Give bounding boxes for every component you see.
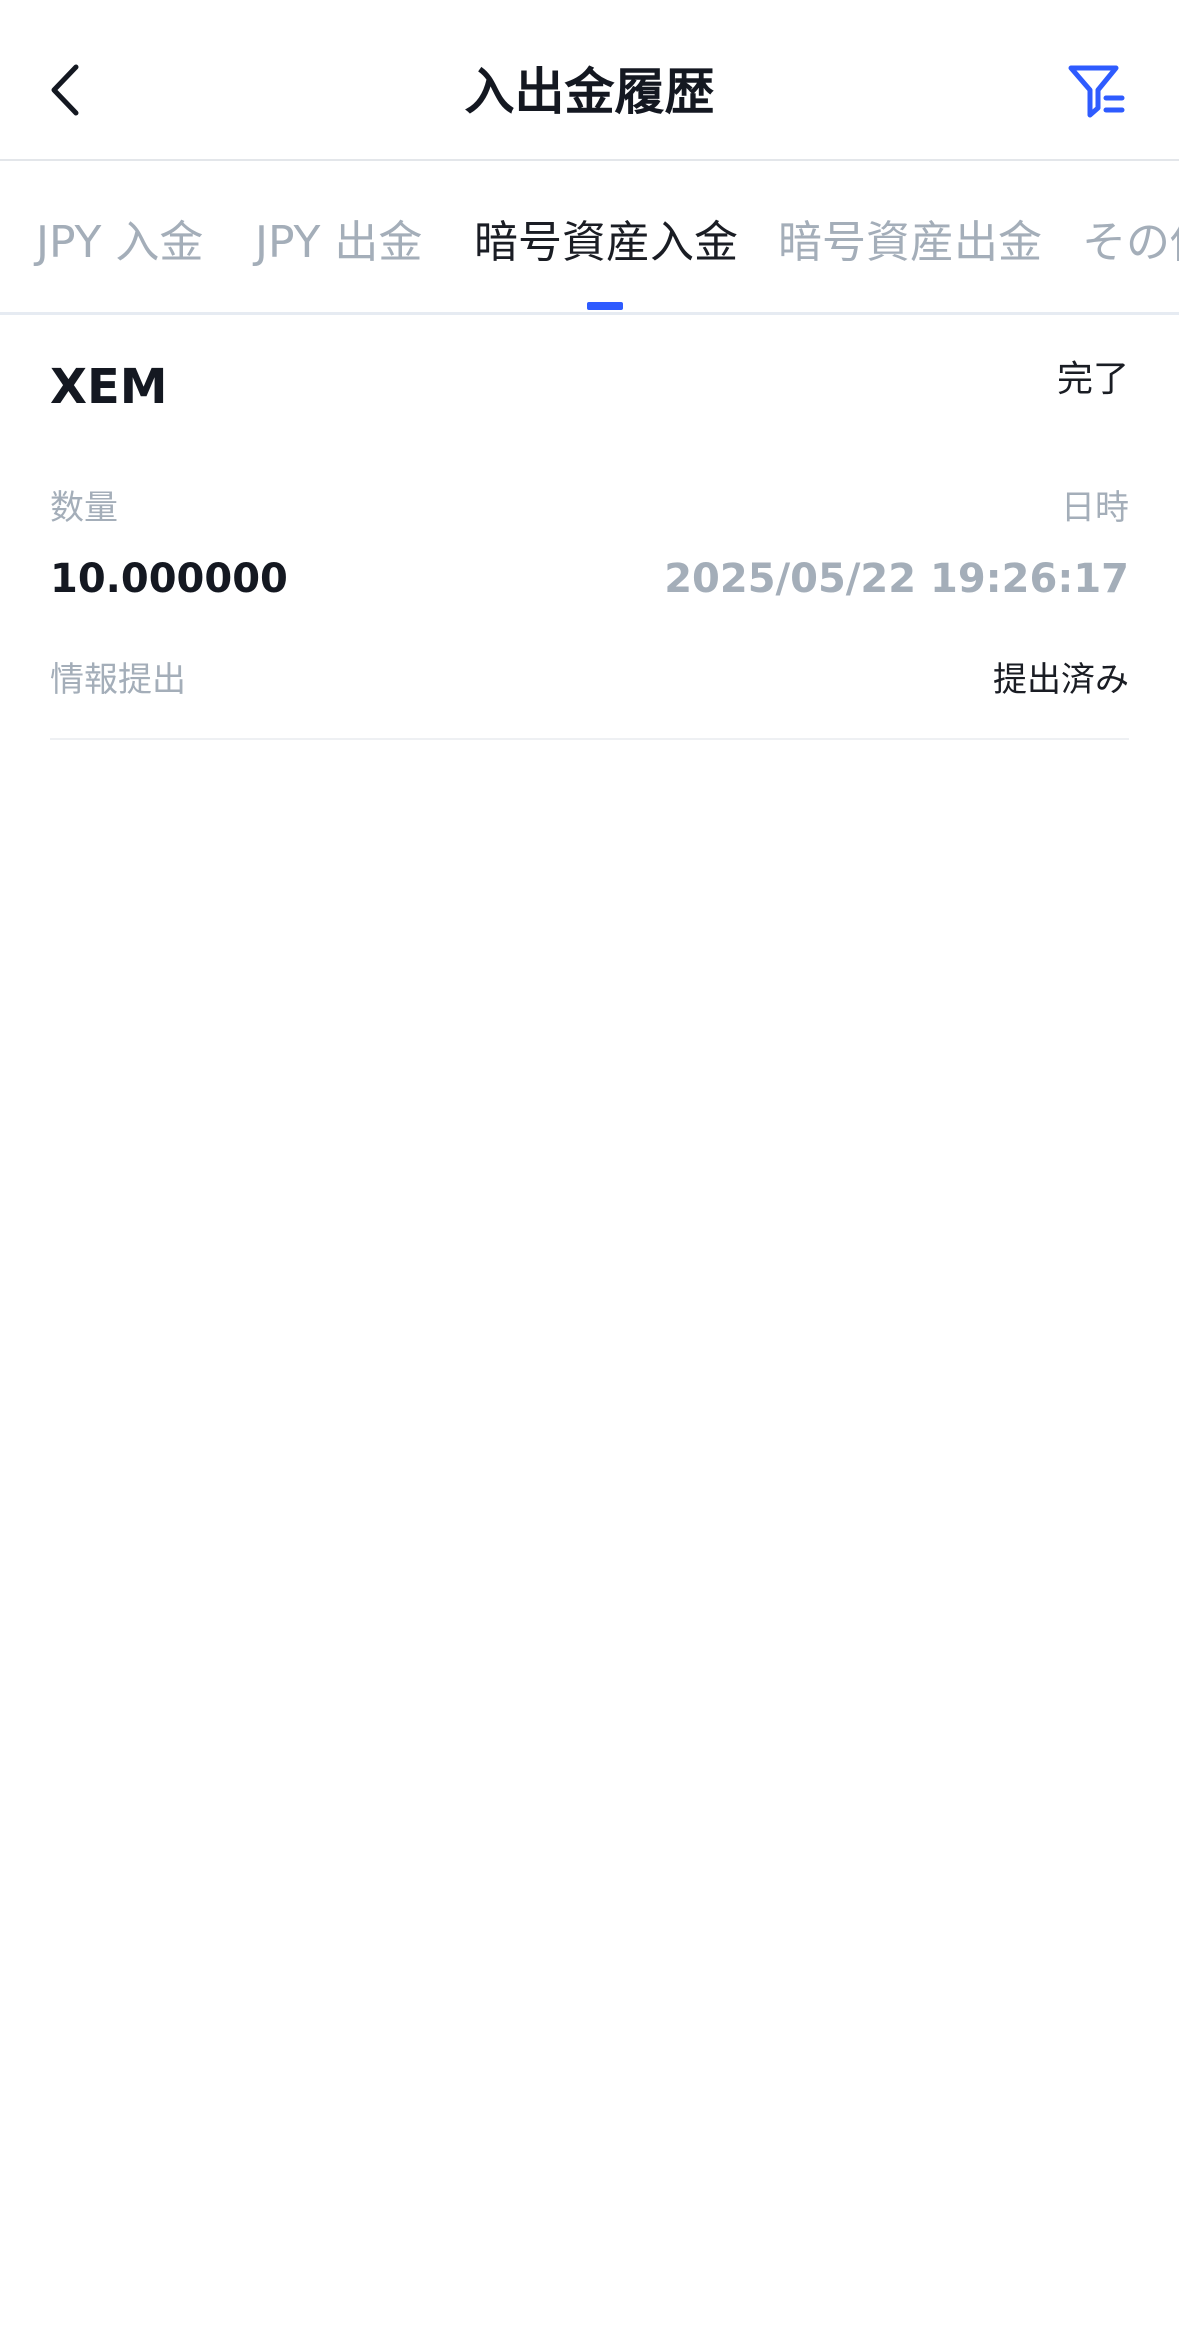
quantity-label: 数量 [50, 488, 118, 528]
quantity-value: 10.000000 [50, 556, 288, 602]
datetime-label: 日時 [1061, 488, 1129, 528]
filter-icon [1066, 60, 1126, 124]
datetime-value: 2025/05/22 19:26:17 [664, 556, 1129, 602]
tab-bar: JPY 入金 JPY 出金 暗号資産入金 暗号資産出金 その他 [0, 163, 1179, 315]
tab-crypto-deposit[interactable]: 暗号資産入金 [474, 211, 738, 275]
filter-button[interactable] [1056, 52, 1136, 132]
page-title: 入出金履歴 [464, 63, 715, 121]
info-submission-label: 情報提出 [50, 660, 186, 700]
app-header: 入出金履歴 [0, 0, 1179, 161]
history-record[interactable]: XEM 完了 数量 日時 10.000000 2025/05/22 19:26:… [50, 315, 1129, 740]
tab-jpy-withdrawal[interactable]: JPY 出金 [255, 211, 422, 275]
info-submission-value: 提出済み [993, 660, 1129, 700]
active-tab-indicator [587, 302, 623, 310]
screen: 入出金履歴 JPY 入金 JPY 出金 暗号資産入金 暗号資産出金 その他 XE… [0, 0, 1179, 2332]
tab-crypto-withdrawal[interactable]: 暗号資産出金 [778, 211, 1042, 275]
tab-other[interactable]: その他 [1082, 211, 1179, 275]
status-label: 完了 [1056, 359, 1129, 400]
coin-name: XEM [50, 359, 168, 415]
tab-jpy-deposit[interactable]: JPY 入金 [36, 211, 203, 275]
